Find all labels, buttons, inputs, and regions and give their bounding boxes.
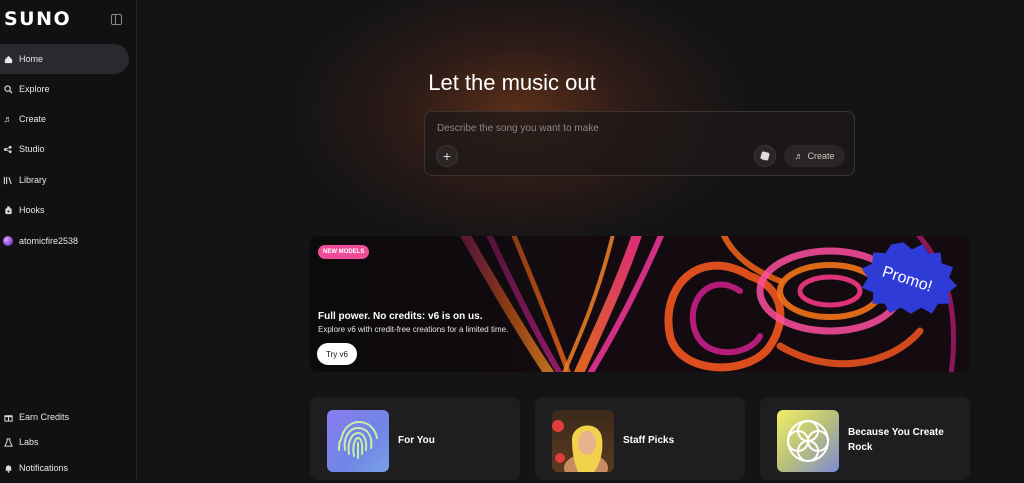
sidebar-item-profile[interactable]: atomicfire2538 — [0, 226, 129, 256]
sidebar-item-label: Labs — [19, 437, 39, 447]
sidebar-item-label: Library — [19, 175, 47, 185]
card-title: Because You Create — [848, 427, 944, 438]
sidebar-item-label: Create — [19, 114, 47, 124]
bell-icon — [3, 463, 13, 473]
promo-sticker: Promo! — [861, 242, 958, 314]
dice-icon — [760, 151, 770, 161]
page-title: Let the music out — [428, 70, 596, 95]
flask-icon — [3, 437, 13, 447]
create-button[interactable]: ♬ Create — [784, 145, 845, 167]
sidebar-item-hooks[interactable]: Hooks — [0, 195, 129, 225]
card-art — [777, 410, 839, 472]
banner-headline: Full power. No credits: v6 is on us. — [318, 311, 483, 322]
try-v6-button[interactable]: Try v6 — [317, 343, 357, 365]
studio-icon — [3, 144, 13, 154]
library-icon — [3, 175, 13, 185]
staff-picks-artwork — [552, 420, 608, 472]
card-because-you-create[interactable]: Because You Create Rock — [760, 397, 970, 480]
suno-logo[interactable]: SUNO — [4, 8, 71, 30]
card-staff-picks[interactable]: Staff Picks — [535, 397, 745, 480]
sidebar-item-notifications[interactable]: Notifications — [0, 453, 129, 483]
sidebar-item-label: Hooks — [19, 205, 45, 215]
gift-icon — [3, 412, 13, 422]
song-description-input[interactable] — [435, 122, 839, 135]
card-art — [552, 410, 614, 472]
sidebar-item-label: Earn Credits — [19, 412, 70, 422]
sidebar-toggle-icon[interactable] — [111, 14, 122, 25]
avatar — [3, 236, 13, 246]
create-button-label: Create — [807, 151, 835, 161]
sidebar-item-label: Studio — [19, 144, 45, 154]
card-title: For You — [398, 435, 435, 446]
music-note-icon: ♬ — [794, 151, 804, 161]
card-title: Staff Picks — [623, 435, 675, 446]
music-note-icon: ♬ — [3, 114, 13, 124]
fingerprint-icon — [338, 420, 378, 459]
banner-subtext: Explore v6 with credit-free creations fo… — [318, 325, 509, 334]
plus-icon: + — [442, 148, 452, 164]
sidebar-item-create[interactable]: ♬ Create — [0, 104, 129, 134]
add-button[interactable]: + — [436, 145, 458, 167]
new-models-badge: NEW MODELS — [318, 245, 370, 259]
card-art — [327, 410, 389, 472]
home-icon — [3, 54, 13, 64]
pattern-icon — [787, 420, 829, 462]
hooks-icon — [3, 205, 13, 215]
sidebar-item-label: Home — [19, 54, 44, 64]
card-title-line2: Rock — [848, 442, 873, 453]
sidebar-item-studio[interactable]: Studio — [0, 134, 129, 164]
random-prompt-button[interactable] — [754, 145, 776, 167]
card-for-you[interactable]: For You — [310, 397, 520, 480]
sidebar-item-label: Notifications — [19, 463, 69, 473]
sidebar-item-label: atomicfire2538 — [19, 236, 79, 246]
song-prompt-box: + ♬ Create — [424, 111, 855, 176]
sidebar-item-library[interactable]: Library — [0, 165, 129, 195]
